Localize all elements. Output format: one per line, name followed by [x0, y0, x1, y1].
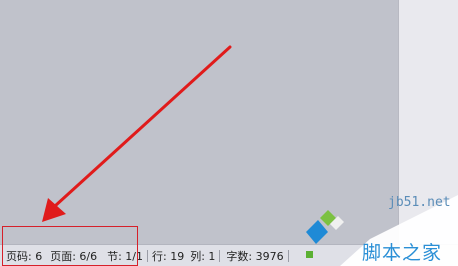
- watermark-name: 脚本之家: [362, 242, 443, 264]
- watermark-site: jb51.net: [388, 195, 451, 210]
